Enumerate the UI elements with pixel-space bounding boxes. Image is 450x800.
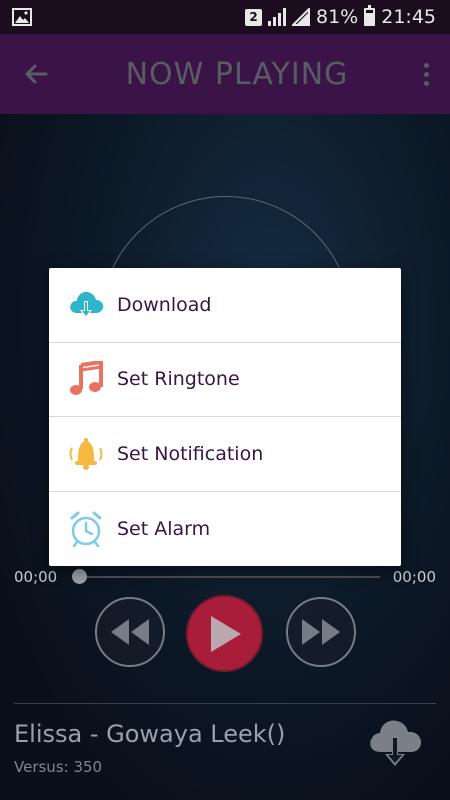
fast-forward-icon	[302, 619, 340, 645]
elapsed-time: 00;00	[14, 568, 58, 586]
seek-bar: 00;00 00;00	[14, 566, 436, 588]
seek-track[interactable]	[80, 576, 380, 578]
fast-forward-button[interactable]	[286, 597, 356, 667]
gallery-notification-icon	[12, 8, 32, 26]
menu-item-label: Set Ringtone	[117, 368, 240, 391]
app-bar: NOW PLAYING	[0, 34, 450, 114]
page-title: NOW PLAYING	[125, 56, 349, 92]
sim-badge: 2	[245, 8, 262, 26]
playback-controls	[0, 595, 450, 672]
status-left	[12, 8, 32, 26]
battery-icon	[364, 5, 376, 26]
menu-item-label: Set Alarm	[117, 517, 211, 540]
signal-full-icon	[292, 8, 310, 26]
play-button[interactable]	[186, 595, 263, 672]
clock: 21:45	[381, 6, 436, 28]
status-bar: 2 81% 21:45	[0, 0, 450, 34]
more-vert-icon[interactable]	[422, 62, 430, 86]
battery-percent: 81%	[316, 6, 359, 28]
song-subtitle: Versus: 350	[14, 758, 103, 776]
cloud-download-icon	[67, 286, 105, 324]
menu-item-set-notification[interactable]: Set Notification	[49, 417, 401, 492]
signal-icon	[268, 8, 286, 26]
menu-item-set-alarm[interactable]: Set Alarm	[49, 492, 401, 567]
rewind-button[interactable]	[95, 597, 165, 667]
status-right: 2 81% 21:45	[245, 5, 436, 28]
menu-item-label: Set Notification	[117, 442, 264, 465]
menu-item-label: Download	[117, 293, 212, 316]
play-icon	[210, 615, 241, 652]
bell-icon	[67, 435, 105, 473]
divider	[14, 703, 436, 704]
menu-item-set-ringtone[interactable]: Set Ringtone	[49, 343, 401, 417]
alarm-clock-icon	[67, 510, 105, 548]
back-arrow-icon[interactable]	[20, 58, 52, 90]
total-time: 00;00	[392, 568, 436, 586]
song-title: Elissa - Gowaya Leek()	[14, 720, 286, 748]
cloud-download-icon[interactable]	[366, 712, 424, 768]
rewind-icon	[111, 619, 149, 645]
seek-thumb[interactable]	[72, 569, 87, 584]
music-note-icon	[67, 360, 105, 398]
menu-item-download[interactable]: Download	[49, 268, 401, 343]
options-dialog: Download Set Ringtone Set Notification S…	[49, 268, 401, 566]
